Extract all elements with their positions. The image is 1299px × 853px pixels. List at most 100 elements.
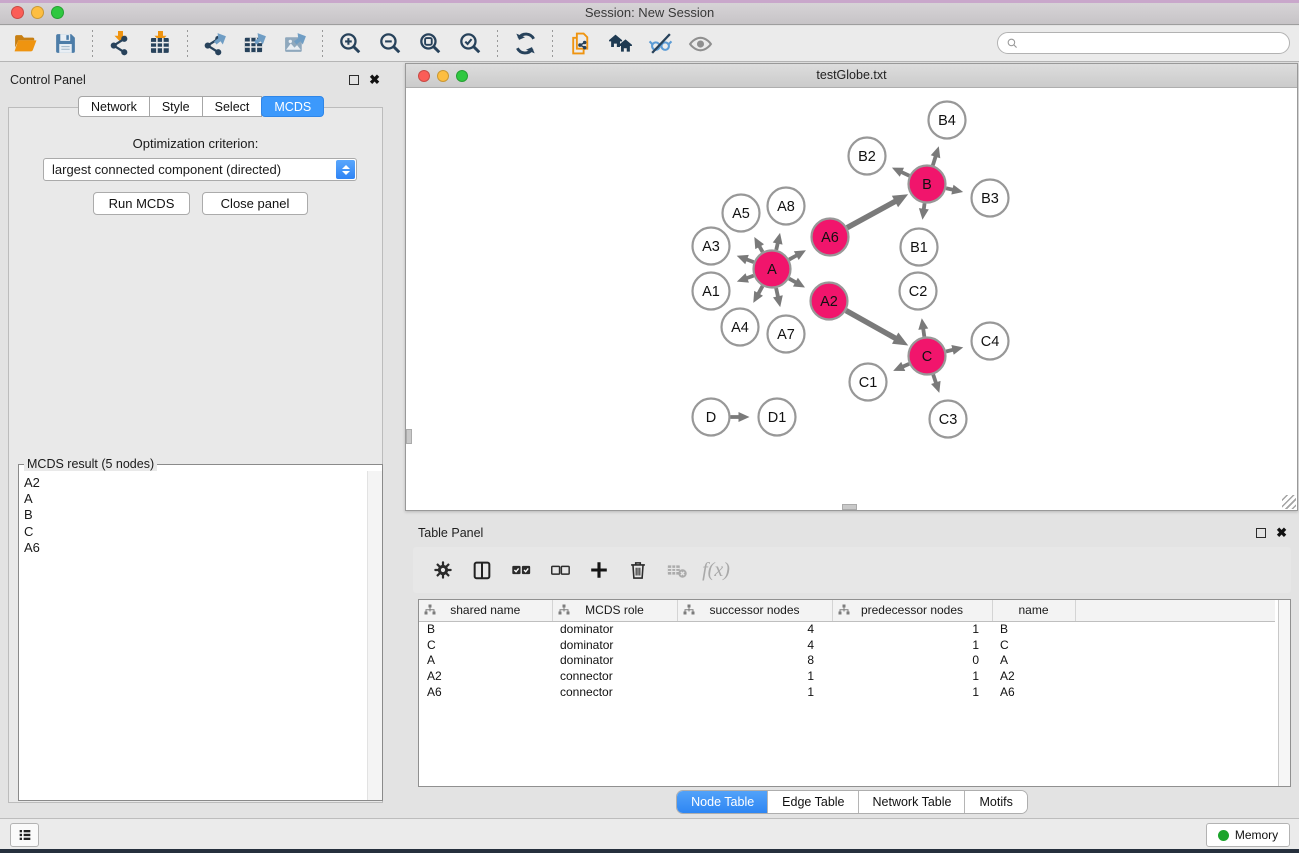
import-table-button[interactable] <box>140 29 180 59</box>
column-header-shared-name[interactable]: shared name <box>419 600 552 621</box>
float-panel-icon[interactable] <box>349 75 359 85</box>
show-eye-button[interactable] <box>680 29 720 59</box>
cell[interactable]: A6 <box>419 684 552 700</box>
cell[interactable]: connector <box>552 684 677 700</box>
cell[interactable]: C <box>419 637 552 653</box>
table-tabs: Node TableEdge TableNetwork TableMotifs <box>405 788 1299 816</box>
tab-mcds[interactable]: MCDS <box>261 96 324 117</box>
cell[interactable]: dominator <box>552 621 677 637</box>
mcds-result-item[interactable]: B <box>24 507 367 523</box>
delete-table-icon <box>666 559 688 581</box>
mcds-result-list[interactable]: A2ABCA6 <box>19 471 367 800</box>
network-graph[interactable]: AA1A2A3A4A5A6A7A8BB1B2B3B4CC1C2C3C4DD1 <box>406 88 1297 510</box>
export-table-button[interactable] <box>235 29 275 59</box>
run-mcds-button[interactable]: Run MCDS <box>93 192 190 215</box>
cell[interactable]: 0 <box>832 653 992 669</box>
result-scrollbar[interactable] <box>367 471 382 800</box>
edge-A2-C[interactable] <box>846 311 897 340</box>
cell[interactable]: connector <box>552 668 677 684</box>
memory-button[interactable]: Memory <box>1206 823 1290 847</box>
column-header-name[interactable]: name <box>992 600 1075 621</box>
cell[interactable]: 1 <box>832 684 992 700</box>
task-history-button[interactable] <box>10 823 39 847</box>
resize-grip-icon[interactable] <box>1282 495 1296 509</box>
table-row[interactable]: A2connector11A2 <box>419 668 1275 684</box>
cell[interactable]: 1 <box>832 668 992 684</box>
delete-column-button[interactable] <box>623 554 653 586</box>
export-network-button[interactable] <box>195 29 235 59</box>
tab-node-table[interactable]: Node Table <box>677 791 768 813</box>
cell[interactable]: A2 <box>992 668 1075 684</box>
tab-style[interactable]: Style <box>149 96 203 117</box>
cell[interactable]: B <box>419 621 552 637</box>
cell[interactable]: 8 <box>677 653 832 669</box>
table-panel-title: Table Panel <box>418 526 483 540</box>
mcds-result-item[interactable]: C <box>24 524 367 540</box>
refresh-network-button[interactable] <box>505 29 545 59</box>
close-panel-icon[interactable]: ✖ <box>369 75 380 85</box>
zoom-in-button[interactable] <box>330 29 370 59</box>
tab-network[interactable]: Network <box>78 96 150 117</box>
optimization-criterion-select[interactable]: largest connected component (directed) <box>43 158 357 181</box>
column-header-filler <box>1075 600 1275 621</box>
cell[interactable]: 1 <box>832 637 992 653</box>
split-columns-button[interactable] <box>467 554 497 586</box>
export-image-button[interactable] <box>275 29 315 59</box>
horizontal-scrollbar-thumb[interactable] <box>842 504 857 510</box>
vertical-scrollbar-thumb[interactable] <box>406 429 412 444</box>
cell[interactable]: A <box>992 653 1075 669</box>
zoom-out-button[interactable] <box>370 29 410 59</box>
node-label-C1: C1 <box>859 375 878 391</box>
cell[interactable]: C <box>992 637 1075 653</box>
mcds-result-item[interactable]: A6 <box>24 540 367 556</box>
cell[interactable]: 1 <box>832 621 992 637</box>
select-all-checkboxes-button[interactable] <box>506 554 536 586</box>
cell[interactable]: B <box>992 621 1075 637</box>
hide-glasses-button[interactable] <box>640 29 680 59</box>
zoom-selected-button[interactable] <box>450 29 490 59</box>
tab-edge-table[interactable]: Edge Table <box>767 791 858 813</box>
float-table-panel-icon[interactable] <box>1256 528 1266 538</box>
cell[interactable]: A <box>419 653 552 669</box>
table-row[interactable]: Adominator80A <box>419 653 1275 669</box>
close-panel-button[interactable]: Close panel <box>202 192 308 215</box>
cell[interactable]: A6 <box>992 684 1075 700</box>
search-input[interactable] <box>997 32 1290 54</box>
table-scrollbar[interactable] <box>1278 600 1290 786</box>
network-window-titlebar[interactable]: testGlobe.txt <box>406 64 1297 88</box>
table-row[interactable]: Bdominator41B <box>419 621 1275 637</box>
settings-gear-button[interactable] <box>428 554 458 586</box>
zoom-selected-icon <box>458 31 483 56</box>
table-row[interactable]: Cdominator41C <box>419 637 1275 653</box>
import-network-button[interactable] <box>100 29 140 59</box>
save-session-button[interactable] <box>45 29 85 59</box>
mcds-result-item[interactable]: A <box>24 491 367 507</box>
cell[interactable]: 4 <box>677 621 832 637</box>
deselect-all-checkboxes-button[interactable] <box>545 554 575 586</box>
cell[interactable]: 1 <box>677 668 832 684</box>
column-header-predecessor-nodes[interactable]: predecessor nodes <box>832 600 992 621</box>
tab-motifs[interactable]: Motifs <box>964 791 1026 813</box>
tab-select[interactable]: Select <box>202 96 263 117</box>
network-canvas[interactable]: AA1A2A3A4A5A6A7A8BB1B2B3B4CC1C2C3C4DD1 <box>406 88 1297 510</box>
close-table-panel-icon[interactable]: ✖ <box>1276 528 1287 538</box>
add-column-button[interactable] <box>584 554 614 586</box>
zoom-fit-button[interactable] <box>410 29 450 59</box>
cell[interactable]: dominator <box>552 653 677 669</box>
network-window-title: testGlobe.txt <box>406 68 1297 82</box>
home-button[interactable] <box>600 29 640 59</box>
cell[interactable]: 4 <box>677 637 832 653</box>
column-header-successor-nodes[interactable]: successor nodes <box>677 600 832 621</box>
clone-network-button[interactable] <box>560 29 600 59</box>
table-row[interactable]: A6connector11A6 <box>419 684 1275 700</box>
edge-A6-B[interactable] <box>847 201 897 228</box>
cell[interactable]: 1 <box>677 684 832 700</box>
clone-network-icon <box>568 31 593 56</box>
cell[interactable]: dominator <box>552 637 677 653</box>
open-file-button[interactable] <box>5 29 45 59</box>
split-columns-icon <box>471 559 493 581</box>
cell[interactable]: A2 <box>419 668 552 684</box>
tab-network-table[interactable]: Network Table <box>858 791 966 813</box>
mcds-result-item[interactable]: A2 <box>24 475 367 491</box>
column-header-MCDS-role[interactable]: MCDS role <box>552 600 677 621</box>
